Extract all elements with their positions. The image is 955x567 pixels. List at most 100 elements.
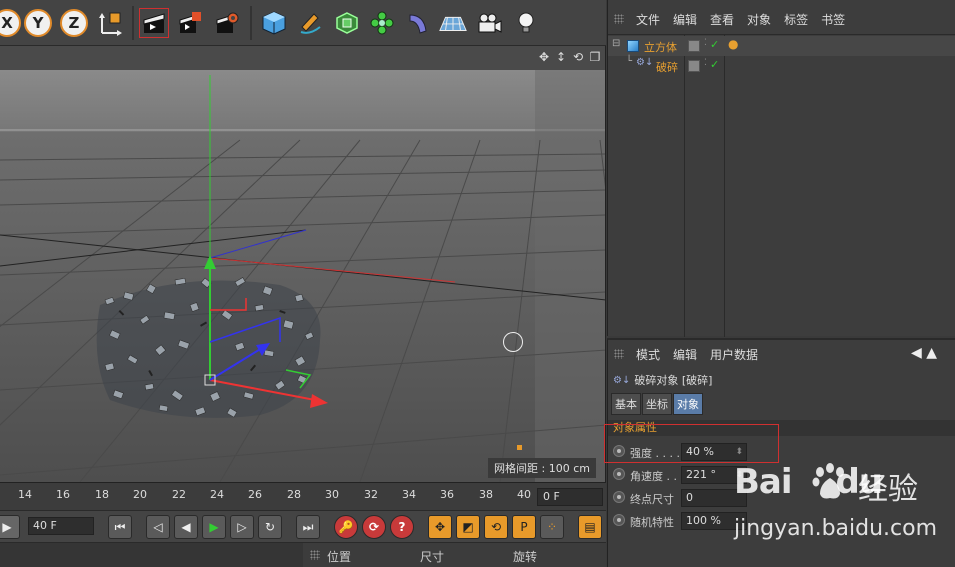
menu-view[interactable]: 查看 — [710, 11, 734, 28]
object-list: ⊟ 立方体 ⁚ ✓ ● └ ⚙↓ 破碎 ⁚ ✓ — [608, 34, 955, 337]
position-track-icon[interactable]: ✥ — [428, 515, 452, 539]
timeline-tick: 18 — [95, 488, 109, 501]
record-active-objects-icon[interactable]: 🔑 — [334, 515, 358, 539]
object-name[interactable]: 立方体 — [644, 39, 677, 55]
floor-scene-icon[interactable] — [438, 8, 468, 38]
play-forward-icon[interactable]: ▶ — [0, 515, 20, 539]
tab-coordinates[interactable]: 坐标 — [642, 393, 672, 415]
menu-file[interactable]: 文件 — [636, 11, 660, 28]
panel-grip-icon[interactable] — [614, 349, 624, 359]
object-row-cube[interactable]: ⊟ 立方体 ⁚ ✓ ● — [608, 36, 955, 56]
cube-object-icon[interactable] — [259, 8, 289, 38]
z-axis-toggle[interactable]: Z — [59, 8, 89, 38]
timeline-ruler[interactable]: 14 16 18 20 22 24 26 28 30 32 34 36 38 4… — [0, 482, 606, 510]
enabled-check-icon[interactable]: ✓ — [710, 38, 719, 51]
param-random: 随机特性 100 % — [613, 511, 953, 531]
main-toolbar: X Y Z — [0, 0, 606, 46]
random-field[interactable]: 100 % — [681, 512, 747, 530]
animate-radio[interactable] — [613, 514, 625, 526]
y-axis-toggle[interactable]: Y — [23, 8, 53, 38]
spinner-icon[interactable]: ⬍ — [735, 467, 743, 483]
rotation-track-icon[interactable]: ⟲ — [484, 515, 508, 539]
end-frame-field[interactable]: 40 F — [28, 517, 94, 535]
menu-bookmarks[interactable]: 书签 — [821, 11, 845, 28]
menu-edit[interactable]: 编辑 — [673, 11, 697, 28]
autokeying-icon[interactable]: ⟳ — [362, 515, 386, 539]
menu-edit[interactable]: 编辑 — [673, 346, 697, 363]
expand-collapse-icon[interactable]: ⊟ — [612, 38, 620, 49]
menu-user-data[interactable]: 用户数据 — [710, 346, 758, 363]
subdivision-surface-icon[interactable] — [332, 8, 362, 38]
highlight-annotation — [604, 424, 779, 463]
scene-render — [0, 70, 605, 482]
scale-track-icon[interactable]: ◩ — [456, 515, 480, 539]
rotate-view-icon[interactable]: ⟲ — [571, 50, 585, 64]
play-button[interactable]: ▶ — [202, 515, 226, 539]
grid-spacing-label: 网格间距 : 100 cm — [488, 458, 596, 478]
timeline-tick: 34 — [402, 488, 416, 501]
previous-key-button[interactable]: ◁ — [146, 515, 170, 539]
object-manager-menu: 文件 编辑 查看 对象 标签 书签 — [608, 8, 955, 30]
previous-frame-button[interactable]: ◀ — [174, 515, 198, 539]
next-frame-button[interactable]: ▷ — [230, 515, 254, 539]
layer-icon[interactable] — [688, 60, 700, 72]
render-view-icon[interactable] — [139, 8, 169, 38]
menu-objects[interactable]: 对象 — [747, 11, 771, 28]
timeline-tick: 36 — [440, 488, 454, 501]
go-to-start-button[interactable]: ⏮ — [108, 515, 132, 539]
3d-viewport[interactable]: ✥ ↕ ⟲ ❐ 网格间距: 100 cm — [0, 46, 606, 482]
param-label: 终点尺寸 — [630, 493, 674, 506]
render-settings-icon[interactable] — [212, 8, 242, 38]
angular-velocity-field[interactable]: 221 ° ⬍ — [681, 466, 747, 484]
rotation-header: 旋转 — [513, 550, 538, 564]
attribute-title-text: 破碎对象 [破碎] — [634, 374, 713, 387]
timeline-tick: 30 — [325, 488, 339, 501]
light-bulb-icon[interactable] — [511, 8, 541, 38]
toggle-view-icon[interactable]: ❐ — [588, 50, 602, 64]
animate-radio[interactable] — [613, 491, 625, 503]
menu-tags[interactable]: 标签 — [784, 11, 808, 28]
material-tag-icon[interactable]: ● — [728, 37, 738, 51]
current-frame-field[interactable]: 0 F — [537, 488, 603, 506]
array-cloner-icon[interactable] — [367, 8, 397, 38]
end-size-field[interactable]: 0 — [681, 489, 747, 507]
timeline-tick: 28 — [287, 488, 301, 501]
camera-icon[interactable] — [474, 8, 504, 38]
panel-grip-icon[interactable] — [614, 14, 624, 24]
enabled-check-icon[interactable]: ✓ — [710, 58, 719, 71]
attribute-title: ⚙↓ 破碎对象 [破碎] — [613, 372, 712, 388]
panel-grip-icon[interactable] — [310, 550, 320, 560]
menu-mode[interactable]: 模式 — [636, 346, 660, 363]
pen-spline-icon[interactable] — [295, 8, 325, 38]
point-level-icon[interactable]: ⁘ — [540, 515, 564, 539]
coordinates-bar: 位置 尺寸 旋转 — [0, 542, 606, 567]
tab-object[interactable]: 对象 — [673, 393, 703, 415]
tab-basic[interactable]: 基本 — [611, 393, 641, 415]
timeline-tick: 24 — [210, 488, 224, 501]
keyframe-selection-icon[interactable]: ? — [390, 515, 414, 539]
visibility-dots-icon[interactable]: ⁚ — [704, 38, 707, 48]
size-header: 尺寸 — [420, 550, 445, 564]
go-to-end-button[interactable]: ⏭ — [296, 515, 320, 539]
visibility-dots-icon[interactable]: ⁚ — [704, 58, 707, 68]
nav-arrows-icon[interactable]: ◀ ▲ — [911, 345, 937, 361]
object-name[interactable]: 破碎 — [656, 59, 678, 75]
timeline-tick: 32 — [364, 488, 378, 501]
timeline-tick: 14 — [18, 488, 32, 501]
timeline-tick: 40 — [517, 488, 531, 501]
deformer-bend-icon[interactable] — [403, 8, 433, 38]
timeline-tick: 38 — [479, 488, 493, 501]
coordinate-system-icon[interactable] — [97, 8, 127, 38]
animate-radio[interactable] — [613, 468, 625, 480]
object-manager: 文件 编辑 查看 对象 标签 书签 ⊟ 立方体 ⁚ ✓ ● └ ⚙↓ 破碎 ⁚ … — [607, 0, 955, 337]
next-key-button[interactable]: ↻ — [258, 515, 282, 539]
zoom-view-icon[interactable]: ↕ — [554, 50, 568, 64]
object-row-shatter[interactable]: └ ⚙↓ 破碎 ⁚ ✓ — [608, 56, 955, 76]
parameter-track-icon[interactable]: P — [512, 515, 536, 539]
move-view-icon[interactable]: ✥ — [537, 50, 551, 64]
layer-icon[interactable] — [688, 40, 700, 52]
viewport-scene: 网格间距 : 100 cm — [0, 70, 605, 482]
render-to-picture-viewer-icon[interactable] — [175, 8, 205, 38]
timeline-window-icon[interactable]: ▤ — [578, 515, 602, 539]
x-axis-toggle[interactable]: X — [0, 8, 22, 38]
